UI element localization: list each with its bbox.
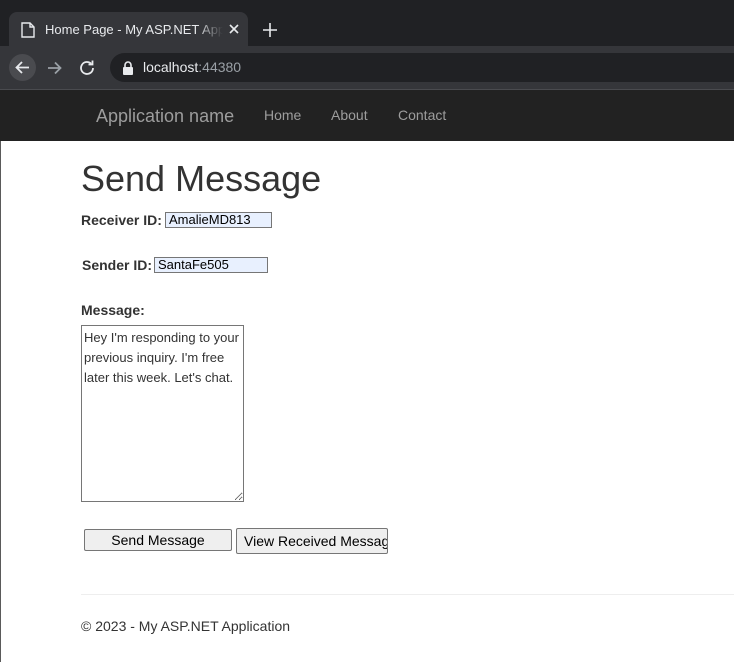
nav-link-contact[interactable]: Contact xyxy=(398,107,446,123)
message-label: Message: xyxy=(81,302,145,318)
footer-text: © 2023 - My ASP.NET Application xyxy=(81,618,291,634)
message-textarea[interactable]: Hey I'm responding to your previous inqu… xyxy=(81,325,244,502)
receiver-id-label: Receiver ID: xyxy=(81,212,162,228)
browser-tab[interactable]: Home Page - My ASP.NET Application xyxy=(9,12,248,46)
receiver-id-input[interactable] xyxy=(165,212,272,228)
close-icon[interactable] xyxy=(226,21,242,37)
page-title: Send Message xyxy=(81,158,322,199)
address-port: :44380 xyxy=(198,59,242,75)
forward-arrow-icon[interactable] xyxy=(42,56,68,80)
nav-link-home[interactable]: Home xyxy=(264,107,301,123)
footer-divider xyxy=(81,594,734,595)
nav-link-about[interactable]: About xyxy=(331,107,368,123)
window-left-border xyxy=(0,141,1,662)
address-url: localhost:44380 xyxy=(143,59,241,75)
browser-tab-strip: Home Page - My ASP.NET Application xyxy=(0,0,734,46)
sender-id-input[interactable] xyxy=(154,257,268,273)
view-received-messages-button[interactable]: View Received Messages xyxy=(236,528,388,554)
back-arrow-icon[interactable] xyxy=(9,54,36,81)
address-bar[interactable]: localhost:44380 xyxy=(110,53,734,82)
brand-link[interactable]: Application name xyxy=(96,106,234,127)
browser-toolbar: localhost:44380 xyxy=(0,46,734,90)
page-icon xyxy=(21,22,35,38)
address-host: localhost xyxy=(143,59,199,75)
lock-icon xyxy=(122,61,134,75)
tab-title: Home Page - My ASP.NET Application xyxy=(45,22,223,37)
sender-id-label: Sender ID: xyxy=(82,257,153,273)
site-navbar: Application name Home About Contact xyxy=(0,90,734,141)
send-message-button[interactable]: Send Message xyxy=(84,529,232,551)
reload-icon[interactable] xyxy=(75,56,101,80)
plus-icon[interactable] xyxy=(261,21,279,39)
